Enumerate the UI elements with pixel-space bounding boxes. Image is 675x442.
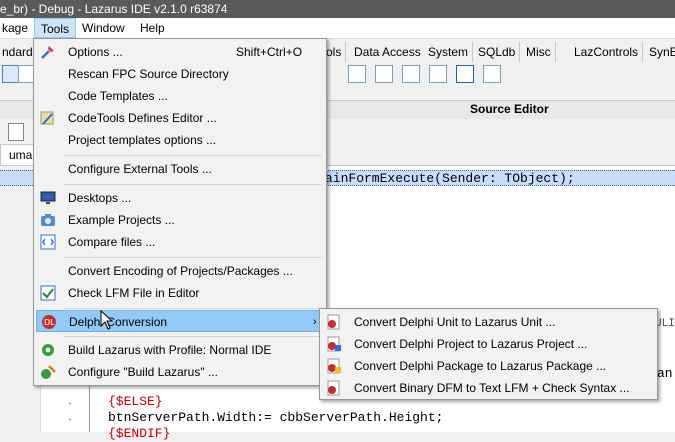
title-bar: e_br) - Debug - Lazarus IDE v2.1.0 r6387…: [0, 0, 675, 18]
menu-separator: [64, 257, 322, 258]
menu-item-convert-package[interactable]: Convert Delphi Package to Lazarus Packag…: [322, 355, 655, 377]
delphi-package-icon: [327, 358, 341, 374]
tools-icon: [41, 46, 54, 59]
menu-item-desktops[interactable]: Desktops ...: [36, 187, 324, 209]
mouse-cursor-icon: [100, 310, 114, 330]
menu-item-options[interactable]: Options ... Shift+Ctrl+O: [36, 41, 324, 63]
menu-item-check-lfm[interactable]: Check LFM File in Editor: [36, 282, 324, 304]
tab-sqldb[interactable]: SQLdb: [474, 42, 521, 62]
fold-marker: ·: [66, 412, 74, 427]
menu-item-rescan-fpc[interactable]: Rescan FPC Source Directory: [36, 63, 324, 85]
tab-system[interactable]: System: [424, 42, 474, 62]
menu-package[interactable]: kage: [0, 18, 34, 38]
menu-separator: [64, 308, 322, 309]
menu-item-configure-build[interactable]: Configure "Build Lazarus" ...: [36, 361, 324, 383]
menu-item-compare-files[interactable]: Compare files ...: [36, 231, 324, 253]
code-text: ainFormExecute(Sender: TObject);: [325, 171, 575, 186]
tab-synedit[interactable]: SynE: [645, 42, 675, 62]
component-icon[interactable]: [375, 65, 393, 83]
fold-marker: ·: [66, 396, 74, 411]
menu-item-build-lazarus[interactable]: Build Lazarus with Profile: Normal IDE: [36, 339, 324, 361]
compare-icon: [40, 234, 56, 250]
tools-menu: Options ... Shift+Ctrl+O Rescan FPC Sour…: [33, 38, 327, 386]
tab-misc[interactable]: Misc: [522, 42, 556, 62]
delphi-icon: DL: [42, 315, 56, 329]
delphi-project-icon: [327, 336, 341, 352]
submenu-arrow-icon: ›: [313, 316, 317, 328]
menu-separator: [64, 155, 322, 156]
delphi-conversion-submenu: Convert Delphi Unit to Lazarus Unit ... …: [319, 308, 658, 400]
menu-tools[interactable]: Tools: [34, 18, 77, 38]
menu-help[interactable]: Help: [134, 18, 171, 38]
code-line: {$ELSE}: [108, 394, 163, 409]
fold-line: [89, 380, 90, 432]
svg-text:DL: DL: [44, 318, 55, 327]
menu-separator: [64, 184, 322, 185]
camera-icon: [41, 214, 55, 226]
menu-item-convert-unit[interactable]: Convert Delphi Unit to Lazarus Unit ...: [322, 311, 655, 333]
menu-bar: kage Tools Window Help: [0, 18, 675, 39]
menu-item-delphi-conversion[interactable]: DL Delphi Conversion ›: [36, 310, 324, 332]
component-icon[interactable]: [483, 65, 501, 83]
code-line: {$ENDIF}: [108, 426, 171, 441]
component-icon[interactable]: [429, 65, 447, 83]
tab-data-access[interactable]: Data Access: [350, 42, 426, 62]
menu-item-convert-project[interactable]: Convert Delphi Project to Lazarus Projec…: [322, 333, 655, 355]
code-fragment: an: [657, 366, 673, 381]
delphi-unit-icon: [327, 314, 340, 330]
menu-item-external-tools[interactable]: Configure External Tools ...: [36, 158, 324, 180]
menu-separator: [64, 336, 322, 337]
menu-window[interactable]: Window: [76, 18, 131, 38]
delphi-dfm-icon: [327, 380, 340, 396]
monitor-icon: [40, 191, 56, 204]
menu-item-code-templates[interactable]: Code Templates ...: [36, 85, 324, 107]
menu-item-project-templates[interactable]: Project templates options ...: [36, 129, 324, 151]
code-line: btnServerPath.Width:= cbbServerPath.Heig…: [108, 410, 444, 425]
codetools-icon: [40, 111, 54, 125]
menu-item-codetools-defines[interactable]: CodeTools Defines Editor ...: [36, 107, 324, 129]
component-icon[interactable]: [402, 65, 420, 83]
source-editor-title: Source Editor: [470, 102, 549, 116]
window-title: e_br) - Debug - Lazarus IDE v2.1.0 r6387…: [0, 2, 228, 16]
build-config-icon: [41, 365, 56, 379]
gear-icon: [42, 344, 54, 356]
check-icon: [40, 285, 56, 301]
menu-item-convert-encoding[interactable]: Convert Encoding of Projects/Packages ..…: [36, 260, 324, 282]
editor-menu-icon[interactable]: [8, 123, 24, 141]
component-icon[interactable]: [348, 65, 366, 83]
component-icon[interactable]: [456, 65, 474, 83]
shortcut-label: Shift+Ctrl+O: [236, 45, 303, 59]
menu-item-example-projects[interactable]: Example Projects ...: [36, 209, 324, 231]
tab-lazcontrols[interactable]: LazControls: [570, 42, 644, 62]
menu-item-convert-dfm[interactable]: Convert Binary DFM to Text LFM + Check S…: [322, 377, 655, 399]
